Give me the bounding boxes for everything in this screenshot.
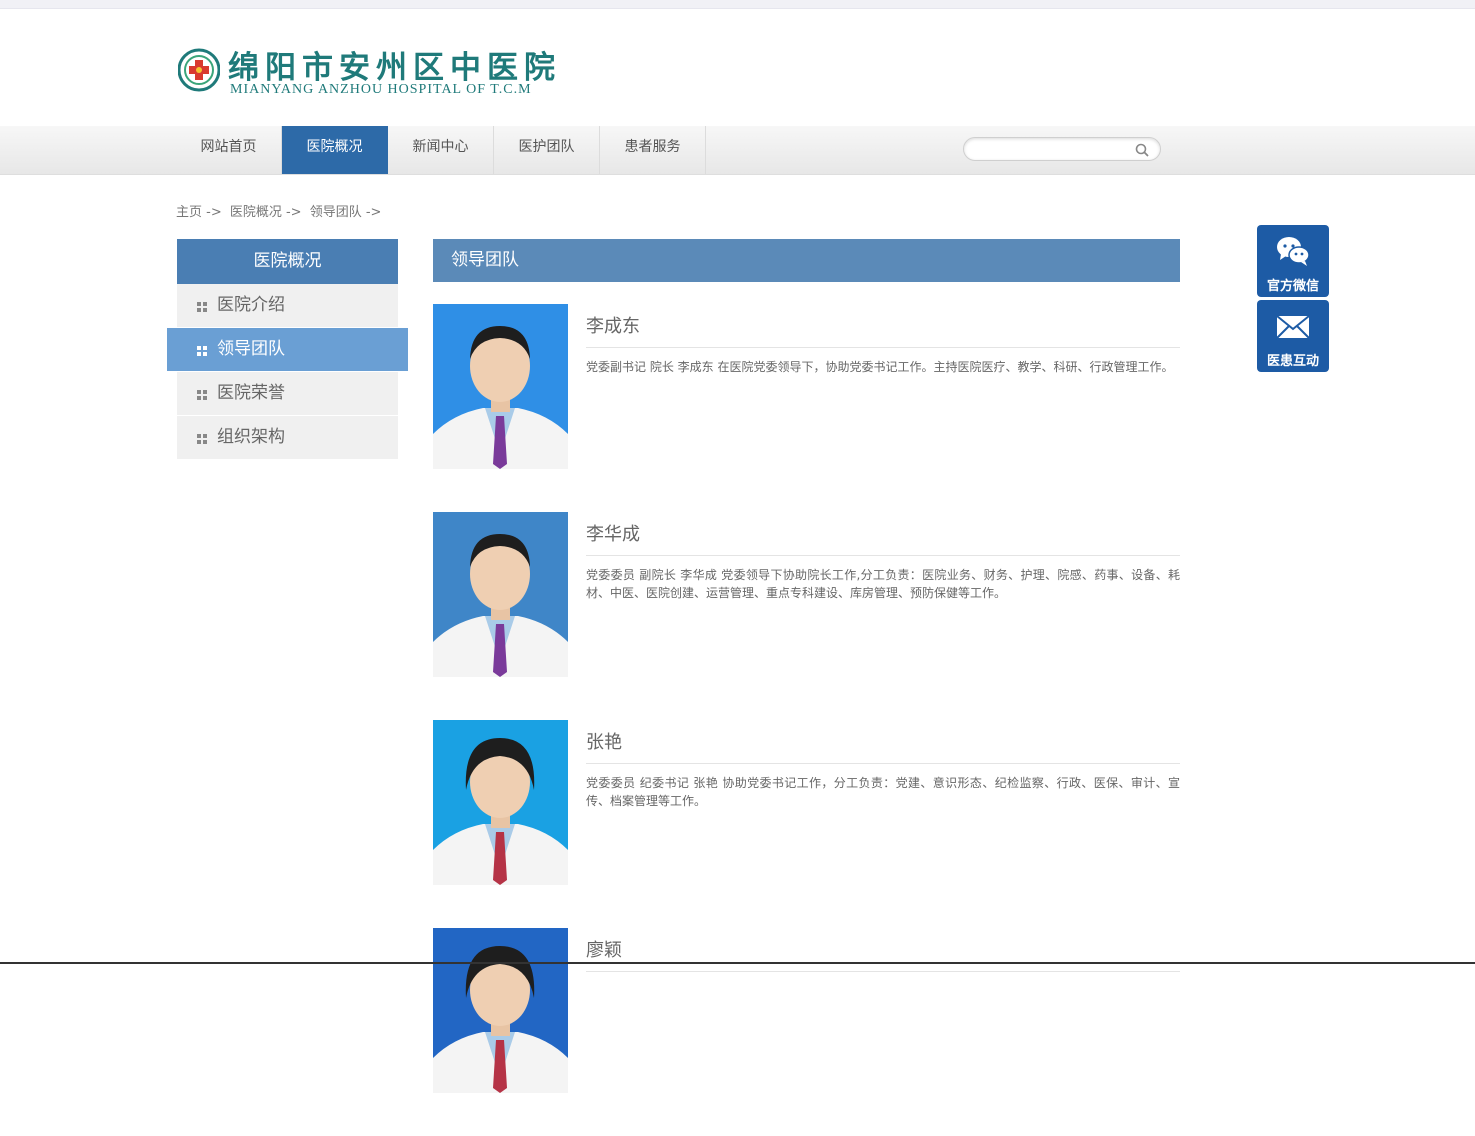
- leader-name: 李华成: [586, 524, 640, 545]
- bullet-icon: [197, 390, 207, 400]
- search-input[interactable]: [974, 140, 1128, 158]
- sidebar-item-leadership[interactable]: 领导团队: [167, 328, 408, 372]
- nav-item-home[interactable]: 网站首页: [176, 126, 282, 174]
- leader-name: 廖颖: [586, 940, 622, 961]
- leader-name: 张艳: [586, 732, 622, 753]
- divider: [586, 763, 1180, 764]
- leader-description: 党委委员 副院长 李华成 党委领导下协助院长工作,分工负责：医院业务、财务、护理…: [586, 568, 1180, 600]
- sidebar-item-honors[interactable]: 医院荣誉: [177, 372, 398, 416]
- leader-name: 李成东: [586, 316, 640, 337]
- leader-description: 党委副书记 院长 李成东 在医院党委领导下，协助党委书记工作。主持医院医疗、教学…: [586, 360, 1174, 374]
- bullet-icon: [197, 302, 207, 312]
- leader-photo[interactable]: [433, 928, 568, 1093]
- sidebar-menu: 医院介绍 领导团队 医院荣誉 组织架构: [167, 284, 408, 460]
- divider: [586, 971, 1180, 972]
- sidebar-item-label: 医院介绍: [217, 295, 285, 315]
- sidebar-item-structure[interactable]: 组织架构: [177, 416, 398, 460]
- bullet-icon: [197, 346, 207, 356]
- breadcrumb-home[interactable]: 主页 ->: [176, 205, 222, 220]
- hospital-logo[interactable]: 绵阳市安州区中医院 MIANYANG ANZHOU HOSPITAL OF T.…: [176, 38, 555, 104]
- divider: [586, 555, 1180, 556]
- sidebar-item-introduction[interactable]: 医院介绍: [177, 284, 398, 328]
- leader-card: 张艳 党委委员 纪委书记 张艳 协助党委书记工作，分工负责：党建、意识形态、纪检…: [433, 720, 1180, 928]
- hospital-name-en: MIANYANG ANZHOU HOSPITAL OF T.C.M: [230, 82, 532, 97]
- content-title: 领导团队: [433, 239, 1180, 282]
- nav-item-patient-service[interactable]: 患者服务: [600, 126, 706, 174]
- patient-interaction-button[interactable]: 医患互动: [1257, 300, 1329, 372]
- search-icon[interactable]: [1134, 142, 1150, 158]
- bullet-icon: [197, 434, 207, 444]
- nav-item-overview[interactable]: 医院概况: [282, 126, 388, 174]
- leader-card: 李华成 党委委员 副院长 李华成 党委领导下协助院长工作,分工负责：医院业务、财…: [433, 512, 1180, 720]
- sidebar-title: 医院概况: [177, 239, 398, 284]
- hospital-emblem-icon: [178, 48, 220, 92]
- nav-item-news[interactable]: 新闻中心: [388, 126, 494, 174]
- sidebar-item-label: 医院荣誉: [217, 383, 285, 403]
- leader-card: 李成东 党委副书记 院长 李成东 在医院党委领导下，协助党委书记工作。主持医院医…: [433, 304, 1180, 512]
- sidebar-item-label: 领导团队: [217, 339, 285, 359]
- wechat-button[interactable]: 官方微信: [1257, 225, 1329, 297]
- wechat-icon: [1277, 237, 1310, 266]
- nav-item-medical-team[interactable]: 医护团队: [494, 126, 600, 174]
- search-box: [963, 137, 1161, 161]
- patient-interaction-label: 医患互动: [1266, 354, 1319, 369]
- sidebar-item-label: 组织架构: [217, 427, 285, 447]
- leader-list: 李成东 党委副书记 院长 李成东 在医院党委领导下，协助党委书记工作。主持医院医…: [433, 304, 1180, 1136]
- envelope-icon: [1276, 315, 1310, 339]
- wechat-label: 官方微信: [1266, 279, 1319, 294]
- top-strip: [0, 0, 1475, 9]
- leader-photo[interactable]: [433, 720, 568, 885]
- leader-photo[interactable]: [433, 512, 568, 677]
- leader-description: 党委委员 纪委书记 张艳 协助党委书记工作，分工负责：党建、意识形态、纪检监察、…: [586, 776, 1180, 808]
- leader-photo[interactable]: [433, 304, 568, 469]
- divider: [586, 347, 1180, 348]
- leader-card: 廖颖: [433, 928, 1180, 1136]
- main-navbar: 网站首页 医院概况 新闻中心 医护团队 患者服务: [0, 126, 1475, 175]
- breadcrumb: 主页 -> 医院概况 -> 领导团队 ->: [176, 201, 385, 220]
- breadcrumb-overview[interactable]: 医院概况 ->: [230, 205, 302, 220]
- breadcrumb-leadership[interactable]: 领导团队 ->: [310, 205, 382, 220]
- hospital-name-cn: 绵阳市安州区中医院: [228, 50, 561, 86]
